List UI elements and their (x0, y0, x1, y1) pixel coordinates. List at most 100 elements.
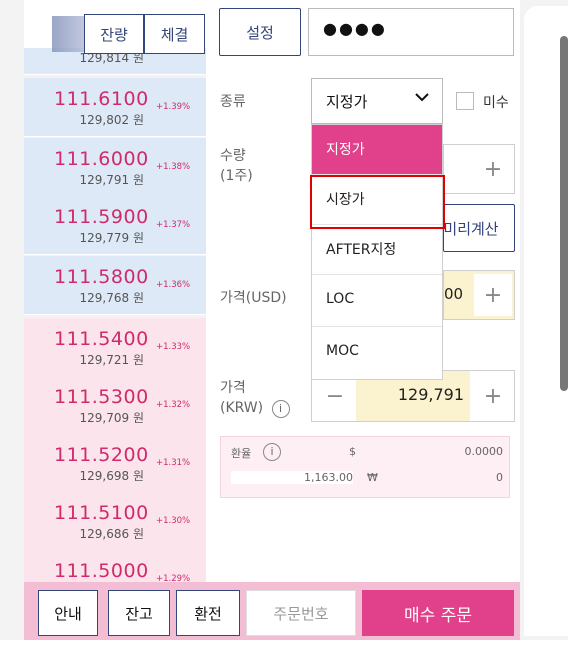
order-type-select[interactable]: 지정가 (311, 78, 443, 124)
price-krw-unit-row: (KRW) i (220, 398, 290, 418)
row-change-percent: +1.30% (156, 516, 191, 526)
row-change-percent: +1.38% (156, 162, 191, 172)
row-price: 111.5200 (54, 444, 149, 466)
balance-button[interactable]: 잔고 (108, 590, 170, 636)
price-krw-label-group: 가격 (KRW) i (220, 378, 290, 418)
qty-label: 수량 (1주) (220, 146, 253, 186)
order-type-value: 지정가 (326, 93, 368, 111)
qty-plus-button[interactable]: + (474, 148, 512, 190)
info-button[interactable]: 안내 (38, 590, 98, 636)
dropdown-option-moc[interactable]: MOC (312, 329, 442, 379)
row-krw-price: 129,721 원 (79, 353, 144, 367)
buy-order-button[interactable]: 매수 주문 (362, 590, 514, 636)
row-change-percent: +1.36% (156, 280, 191, 290)
unpaid-label: 미수 (483, 95, 509, 111)
tab-remaining-label: 잔량 (100, 25, 128, 44)
row-krw-price: 129,768 원 (79, 291, 144, 305)
order-book-row[interactable]: 111.6000 +1.38% 129,791 원 (24, 138, 206, 197)
order-book-row[interactable]: 111.5000 +1.29% (24, 550, 206, 582)
row-change-percent: +1.37% (156, 220, 191, 230)
scrollbar[interactable] (560, 36, 568, 391)
tab-executed[interactable]: 체결 (144, 14, 205, 54)
row-price: 111.5900 (54, 206, 149, 228)
unpaid-checkbox[interactable] (456, 92, 474, 110)
row-change-percent: +1.39% (156, 102, 191, 112)
order-book-row[interactable]: 111.5300 +1.32% 129,709 원 (24, 376, 206, 435)
won-symbol: ₩ (367, 471, 378, 484)
tab-remaining[interactable]: 잔량 (84, 14, 144, 54)
price-krw-value: 129,791 (397, 385, 464, 404)
row-price: 111.6000 (54, 148, 149, 170)
usd-symbol: $ (349, 445, 356, 458)
chevron-down-icon (414, 89, 430, 109)
row-krw-price: 129,709 원 (79, 411, 144, 425)
plus-icon: + (483, 282, 503, 308)
row-price: 111.5300 (54, 386, 149, 408)
row-price: 111.6100 (54, 88, 149, 110)
dropdown-option-label: LOC (326, 291, 355, 307)
price-krw-plus-button[interactable]: + (474, 375, 512, 417)
row-price: 111.5000 (54, 560, 149, 582)
trading-app: +1.40%129,814 원111.6100+1.39%129,802 원11… (0, 0, 568, 645)
order-book: +1.40%129,814 원111.6100+1.39%129,802 원11… (24, 0, 206, 582)
order-book-tabs: 잔량 체결 (24, 0, 206, 54)
order-book-row[interactable]: 111.5400 +1.33% 129,721 원 (24, 318, 206, 377)
balance-button-label: 잔고 (125, 604, 153, 623)
dropdown-option-after[interactable]: AFTER지정 (312, 225, 442, 275)
price-usd-value: 00 (444, 285, 464, 303)
info-icon[interactable]: i (263, 443, 281, 461)
password-field[interactable]: ●●●● (308, 8, 514, 56)
price-krw-unit: (KRW) (220, 400, 264, 416)
exchange-rate-box: 환율 i $ 0.0000 1,163.00 ₩ 0 (220, 436, 510, 498)
settings-button[interactable]: 설정 (219, 8, 301, 56)
qty-label-text: 수량 (220, 148, 246, 164)
order-book-row[interactable]: 111.5800 +1.36% 129,768 원 (24, 256, 206, 315)
settings-label: 설정 (246, 23, 274, 42)
row-price: 111.5100 (54, 502, 149, 524)
row-change-percent: +1.29% (156, 574, 191, 582)
order-book-row[interactable]: 111.5900 +1.37% 129,779 원 (24, 196, 206, 255)
price-krw-label: 가격 (220, 380, 246, 396)
row-krw-price: 129,698 원 (79, 469, 144, 483)
bottom-action-bar: 안내 잔고 환전 주문번호 매수 주문 (24, 582, 520, 640)
dropdown-option-loc[interactable]: LOC (312, 277, 442, 327)
krw-amount: 0 (496, 471, 503, 484)
row-change-percent: +1.32% (156, 400, 191, 410)
order-book-row[interactable]: 111.5200 +1.31% 129,698 원 (24, 434, 206, 493)
plus-icon: + (483, 383, 503, 409)
row-change-percent: +1.31% (156, 458, 191, 468)
bottom-strip (0, 640, 568, 645)
dropdown-option-limit[interactable]: 지정가 (312, 125, 442, 175)
order-number-button[interactable]: 주문번호 (246, 590, 356, 636)
qty-unit-text: (1주) (220, 168, 253, 184)
dropdown-option-label: AFTER지정 (326, 242, 397, 258)
precalc-button[interactable]: 미리계산 (443, 204, 515, 252)
dropdown-option-label: 지정가 (326, 142, 365, 158)
info-icon[interactable]: i (271, 400, 290, 418)
usd-rate: 0.0000 (464, 445, 504, 458)
price-usd-plus-button[interactable]: + (474, 274, 512, 316)
row-krw-price: 129,802 원 (79, 113, 144, 127)
type-label: 종류 (220, 94, 246, 110)
krw-rate: 1,163.00 (231, 471, 353, 484)
order-book-row[interactable]: 111.5100 +1.30% 129,686 원 (24, 492, 206, 551)
exchange-button-label: 환전 (194, 604, 222, 623)
tab-executed-label: 체결 (160, 25, 189, 44)
row-krw-price: 129,686 원 (79, 527, 144, 541)
rate-label: 환율 (231, 447, 252, 460)
password-mask: ●●●● (323, 19, 387, 38)
order-number-label: 주문번호 (273, 604, 329, 623)
order-book-row[interactable]: 111.6100 +1.39% 129,802 원 (24, 78, 206, 137)
order-type-dropdown: 지정가 시장가 AFTER지정 LOC MOC (311, 124, 443, 380)
precalc-label: 미리계산 (443, 219, 499, 238)
info-button-label: 안내 (54, 604, 82, 623)
row-price: 111.5800 (54, 266, 149, 288)
exchange-button[interactable]: 환전 (176, 590, 240, 636)
row-krw-price: 129,791 원 (79, 173, 144, 187)
plus-icon: + (483, 156, 503, 182)
price-usd-label: 가격(USD) (220, 290, 287, 306)
row-price: 111.5400 (54, 328, 149, 350)
price-krw-minus-button[interactable]: − (316, 375, 354, 417)
highlight-box (310, 175, 445, 229)
row-krw-price: 129,779 원 (79, 231, 144, 245)
